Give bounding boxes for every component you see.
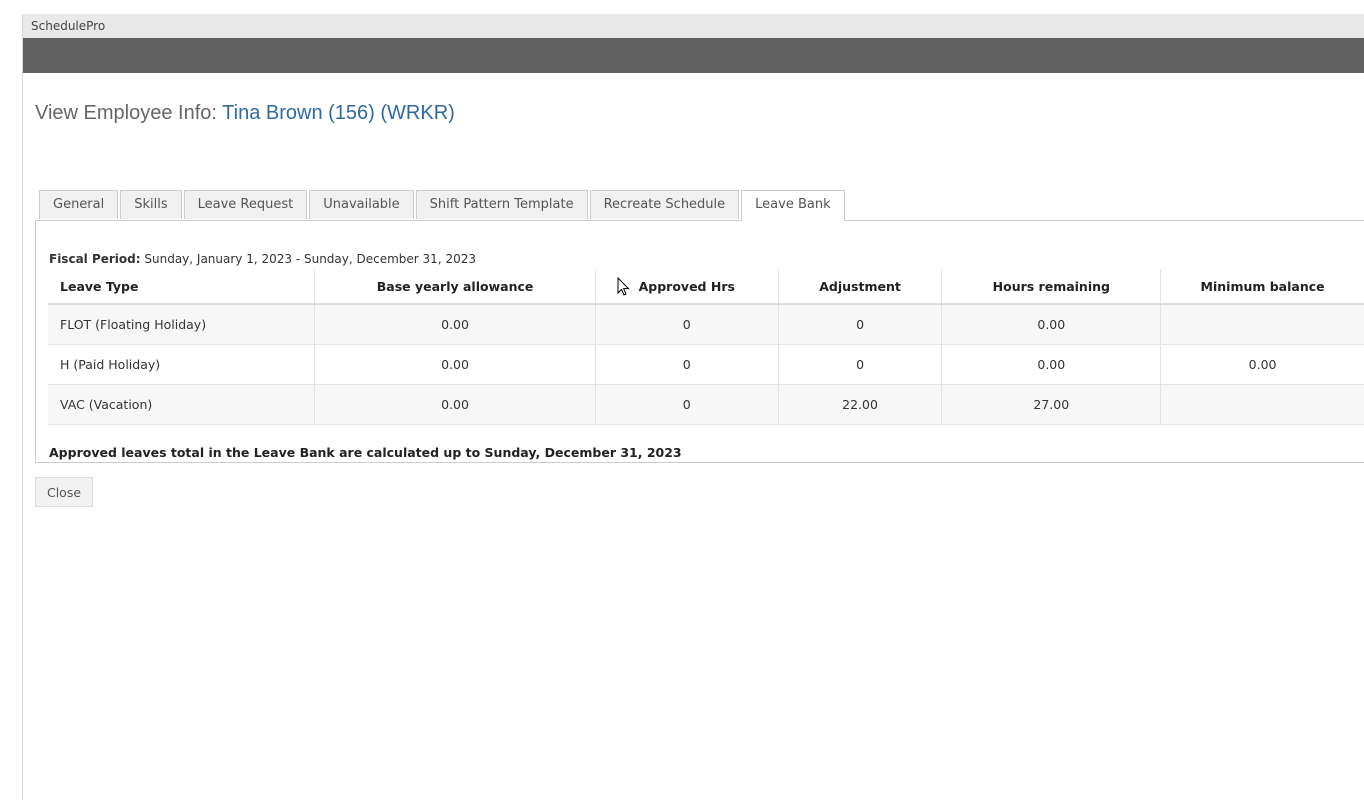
table-row: H (Paid Holiday) 0.00 0 0 0.00 0.00 [48,344,1364,385]
tab-recreate-schedule[interactable]: Recreate Schedule [589,190,740,219]
cell-approved-hrs: 0 [595,344,779,385]
cell-approved-hrs: 0 [595,384,779,425]
tab-unavailable[interactable]: Unavailable [309,190,414,219]
close-button[interactable]: Close [35,477,93,507]
cell-leave-type: H (Paid Holiday) [48,344,316,385]
header-hours-remaining: Hours remaining [941,269,1162,305]
leave-bank-table: Leave Type Base yearly allowance Approve… [48,269,1364,425]
cell-adjustment: 22.00 [778,384,943,425]
header-minimum-balance: Minimum balance [1160,269,1364,305]
table-header-row: Leave Type Base yearly allowance Approve… [48,269,1364,305]
app-window: SchedulePro View Employee Info: Tina Bro… [22,14,1364,800]
cell-adjustment: 0 [778,304,943,345]
cell-hours-remaining: 27.00 [941,384,1162,425]
page-title: View Employee Info: Tina Brown (156) (WR… [35,102,455,125]
leave-bank-panel: Fiscal Period: Sunday, January 1, 2023 -… [35,220,1364,463]
cell-approved-hrs: 0 [595,304,779,345]
fiscal-period-value: Sunday, January 1, 2023 - Sunday, Decemb… [140,252,476,266]
cell-leave-type: FLOT (Floating Holiday) [48,304,316,345]
tab-bar: General Skills Leave Request Unavailable… [39,190,847,221]
left-margin [0,0,22,800]
tab-shift-pattern-template[interactable]: Shift Pattern Template [415,190,588,219]
fiscal-period-label: Fiscal Period: [49,252,141,266]
tab-leave-request[interactable]: Leave Request [183,190,308,219]
cell-base-yearly-allowance: 0.00 [314,344,596,385]
header-adjustment: Adjustment [778,269,943,305]
tab-leave-bank[interactable]: Leave Bank [741,190,845,221]
toolbar [23,38,1364,73]
table-row: VAC (Vacation) 0.00 0 22.00 27.00 [48,384,1364,425]
cell-hours-remaining: 0.00 [941,304,1162,345]
cell-leave-type: VAC (Vacation) [48,384,316,425]
fiscal-period: Fiscal Period: Sunday, January 1, 2023 -… [49,252,476,266]
table-row: FLOT (Floating Holiday) 0.00 0 0 0.00 [48,304,1364,345]
employee-name: Tina Brown (156) (WRKR) [222,102,455,124]
app-title: SchedulePro [23,14,1364,38]
header-base-yearly-allowance: Base yearly allowance [314,269,596,305]
cell-hours-remaining: 0.00 [941,344,1162,385]
cell-minimum-balance [1160,384,1364,425]
mouse-cursor-icon [617,277,630,296]
cell-minimum-balance [1160,304,1364,345]
header-leave-type: Leave Type [48,269,316,305]
cell-base-yearly-allowance: 0.00 [314,304,596,345]
cell-adjustment: 0 [778,344,943,385]
tab-general[interactable]: General [39,190,119,219]
cell-base-yearly-allowance: 0.00 [314,384,596,425]
leave-bank-note: Approved leaves total in the Leave Bank … [49,445,682,460]
cell-minimum-balance: 0.00 [1160,344,1364,385]
tab-skills[interactable]: Skills [120,190,182,219]
page-title-prefix: View Employee Info: [35,102,223,124]
